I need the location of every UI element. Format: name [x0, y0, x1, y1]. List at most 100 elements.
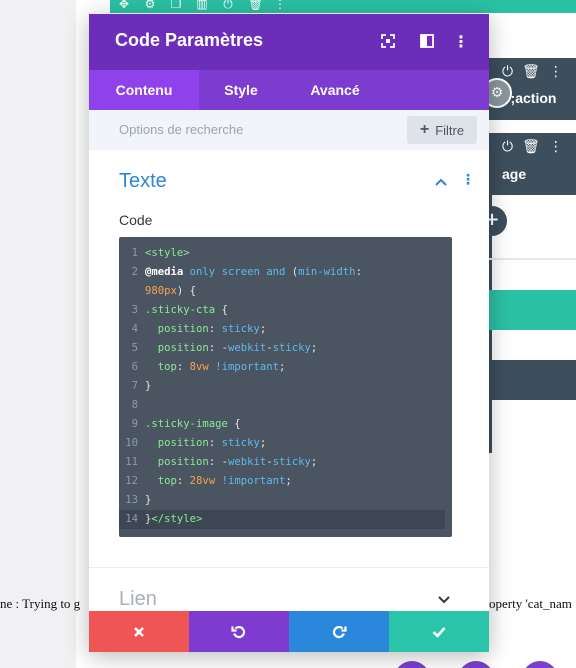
power-icon[interactable]: ⏻	[222, 0, 234, 12]
check-icon	[432, 626, 446, 638]
code-line[interactable]: 0980px) {	[119, 282, 452, 301]
row-band	[488, 360, 576, 400]
search-input[interactable]: Options de recherche	[119, 122, 243, 137]
kebab-menu-icon[interactable]: ⋮	[452, 32, 470, 51]
tab-avance[interactable]: Avancé	[283, 70, 387, 110]
code-token: {	[215, 304, 228, 316]
code-token: @media	[145, 266, 184, 278]
code-line[interactable]: 4 position: sticky;	[119, 320, 452, 339]
redo-button[interactable]	[289, 611, 389, 652]
expand-icon[interactable]	[379, 32, 397, 50]
code-line[interactable]: 11 position: -webkit-sticky;	[119, 453, 452, 472]
code-token: 980px	[145, 285, 177, 297]
line-number: 8	[131, 399, 138, 411]
code-line[interactable]: 2 @media only screen and (min-width:	[119, 263, 452, 282]
line-number: 10	[125, 437, 138, 449]
code-token: :	[208, 342, 222, 354]
move-icon[interactable]: ✥	[118, 0, 130, 12]
close-icon	[134, 626, 144, 637]
chevron-up-icon[interactable]	[434, 174, 448, 188]
section-toggle-texte[interactable]: Texte	[119, 170, 167, 193]
code-line[interactable]: 9 .sticky-image {	[119, 415, 452, 434]
code-token: only	[189, 266, 216, 278]
code-line[interactable]: 8	[119, 396, 452, 415]
section-kebab-icon[interactable]: ⋮	[461, 172, 475, 188]
split-view-icon[interactable]	[418, 32, 436, 50]
modal-footer	[89, 611, 489, 652]
code-line[interactable]: 10 position: sticky;	[119, 434, 452, 453]
trash-icon[interactable]: 🗑	[522, 139, 540, 155]
trash-icon[interactable]: 🗑	[522, 64, 540, 80]
code-line[interactable]: 12 top: 28vw !important;	[119, 472, 452, 491]
code-settings-modal: Code Paramètres ⋮ Contenu Style Avancé O…	[89, 14, 489, 652]
line-number: 3	[131, 304, 138, 316]
filter-button[interactable]: + Filtre	[407, 116, 477, 144]
code-token: 28vw	[189, 475, 216, 487]
code-token: top	[157, 361, 177, 373]
section-divider	[89, 567, 489, 568]
line-number: 7	[131, 380, 138, 392]
duplicate-icon[interactable]: ❐	[170, 0, 182, 12]
kebab-icon[interactable]: ⋮	[549, 139, 563, 155]
line-number: 9	[131, 418, 138, 430]
line-number: 5	[131, 342, 138, 354]
code-token: ;	[285, 475, 292, 487]
modal-header[interactable]: Code Paramètres ⋮	[89, 14, 489, 70]
tab-contenu[interactable]: Contenu	[89, 70, 199, 110]
code-token: :	[208, 456, 222, 468]
code-token: sticky	[221, 437, 260, 449]
code-token: :	[176, 475, 190, 487]
code-token: screen	[221, 266, 260, 278]
code-line[interactable]: 14}</style>	[119, 510, 445, 529]
code-token: sticky	[221, 323, 260, 335]
code-token: .sticky-image	[145, 418, 228, 430]
modal-tabs: Contenu Style Avancé	[89, 70, 489, 110]
power-icon[interactable]: ⏻	[502, 64, 513, 80]
modal-title: Code Paramètres	[115, 30, 264, 50]
line-number: 13	[125, 494, 138, 506]
code-token: sticky	[272, 456, 311, 468]
gear-icon[interactable]: ⚙	[144, 0, 156, 12]
code-line[interactable]: 5 position: -webkit-sticky;	[119, 339, 452, 358]
section-band	[488, 290, 576, 330]
undo-button[interactable]	[189, 611, 289, 652]
line-number: 1	[131, 247, 138, 259]
kebab-icon[interactable]: ⋮	[274, 0, 286, 12]
line-number: 11	[125, 456, 138, 468]
code-editor[interactable]: 1 <style> 2 @media only screen and (min-wid…	[119, 237, 452, 537]
module-label: age	[502, 166, 527, 182]
trash-icon[interactable]: 🗑	[248, 0, 263, 12]
code-token: :	[208, 437, 222, 449]
save-button[interactable]	[389, 611, 489, 652]
section-toolbar-icons: ✥ ⚙ ❐ ▥ ⏻ 🗑 ⋮	[118, 0, 286, 12]
code-line[interactable]: 1 <style>	[119, 244, 452, 263]
columns-icon[interactable]: ▥	[196, 0, 208, 12]
chevron-down-icon[interactable]	[437, 592, 451, 606]
code-token: ;	[310, 342, 318, 354]
undo-icon	[231, 625, 246, 638]
code-field-label: Code	[119, 212, 153, 228]
kebab-icon[interactable]: ⋮	[549, 64, 563, 80]
line-number: 0	[119, 282, 145, 301]
code-line[interactable]: 3 .sticky-cta {	[119, 301, 452, 320]
code-line[interactable]: 13}	[119, 491, 452, 510]
code-token: position	[157, 342, 209, 354]
power-icon[interactable]: ⏻	[502, 139, 513, 155]
code-token: sticky	[272, 342, 311, 354]
code-token: webkit	[227, 342, 267, 354]
code-token: ;	[259, 437, 267, 449]
section-toggle-lien[interactable]: Lien	[119, 588, 157, 611]
code-line[interactable]: 6 top: 8vw !important;	[119, 358, 452, 377]
tab-style[interactable]: Style	[199, 70, 283, 110]
line-number: 6	[131, 361, 138, 373]
code-line[interactable]: 7}	[119, 377, 452, 396]
code-token: position	[157, 437, 209, 449]
cancel-button[interactable]	[89, 611, 189, 652]
filter-label: Filtre	[435, 122, 465, 138]
code-token: 8vw	[189, 361, 209, 373]
line-number: 4	[131, 323, 138, 335]
